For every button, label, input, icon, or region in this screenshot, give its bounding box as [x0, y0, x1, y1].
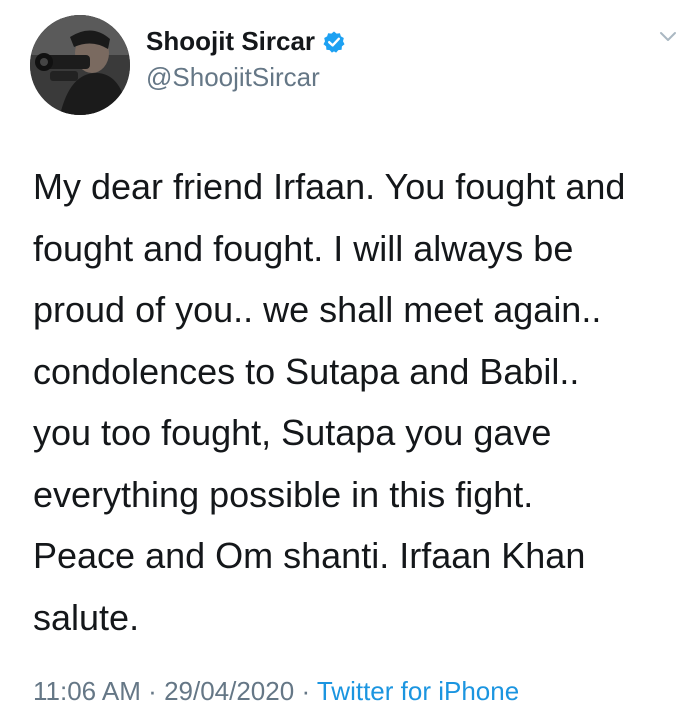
tweet-card: Shoojit Sircar @ShoojitSircar My dear fr… — [0, 0, 678, 712]
tweet-text-line: condolences to Sutapa and Babil.. — [33, 350, 580, 392]
meta-separator: · — [148, 676, 165, 706]
tweet-text-line: proud of you.. we shall meet again.. — [33, 289, 602, 330]
meta-separator: · — [301, 676, 317, 706]
author-handle[interactable]: @ShoojitSircar — [146, 62, 320, 93]
avatar[interactable] — [30, 15, 130, 115]
avatar-photo — [30, 15, 130, 115]
tweet-text-line: My dear friend Irfaan. You fought and — [33, 166, 626, 207]
tweet-text-line: everything possible in this fight. — [33, 473, 534, 515]
tweet-text: My dear friend Irfaan. You fought and fo… — [33, 156, 678, 648]
tweet-text-line: Peace and Om shanti. Irfaan Khan — [33, 535, 586, 576]
tweet-text-line: you too fought, Sutapa you gave — [33, 412, 552, 453]
tweet-date[interactable]: 29/04/2020 — [164, 676, 294, 706]
tweet-meta: 11:06 AM · 29/04/2020 · Twitter for iPho… — [33, 676, 519, 707]
chevron-down-icon[interactable] — [658, 30, 678, 44]
tweet-source-link[interactable]: Twitter for iPhone — [317, 676, 519, 706]
verified-badge-icon — [323, 31, 345, 53]
author-name[interactable]: Shoojit Sircar — [146, 26, 346, 57]
tweet-text-line: fought and fought. I will always be — [33, 227, 574, 269]
tweet-text-line: salute. — [33, 596, 140, 638]
author-name-text[interactable]: Shoojit Sircar — [146, 26, 315, 57]
tweet-time[interactable]: 11:06 AM — [33, 676, 141, 706]
